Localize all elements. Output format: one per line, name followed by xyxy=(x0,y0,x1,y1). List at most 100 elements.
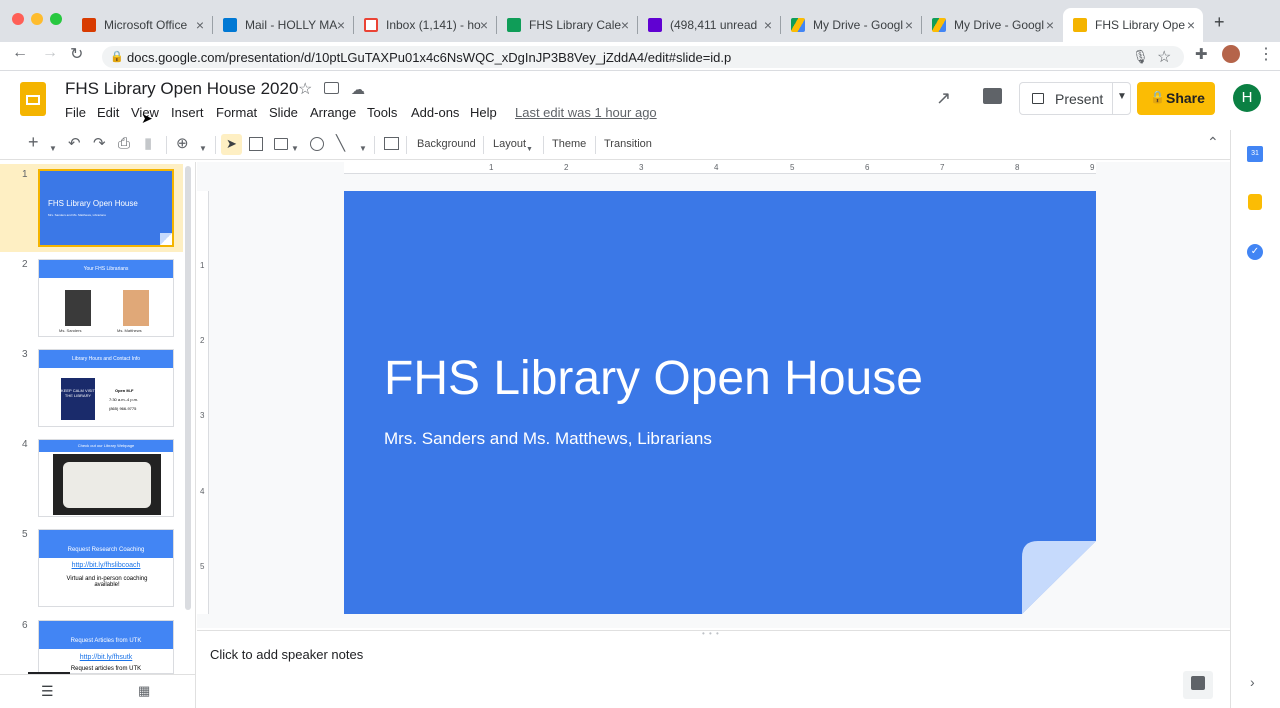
select-tool[interactable]: ➤ xyxy=(221,134,242,155)
drive-icon xyxy=(791,18,805,32)
slide-thumbnail-1[interactable]: FHS Library Open House Mrs. Sanders and … xyxy=(38,169,174,247)
layout-button[interactable]: Layout xyxy=(493,138,526,150)
menu-arrange[interactable]: Arrange xyxy=(310,105,356,120)
add-comment-icon[interactable] xyxy=(384,137,399,150)
zoom-icon[interactable]: ⊕ xyxy=(176,136,189,152)
keep-icon[interactable] xyxy=(1248,194,1262,210)
resize-handle-icon[interactable]: • • • xyxy=(702,629,720,638)
profile-avatar[interactable] xyxy=(1222,45,1240,63)
image-icon[interactable] xyxy=(274,138,288,150)
close-tab-icon[interactable]: × xyxy=(1046,17,1054,33)
horizontal-ruler[interactable]: 1 2 3 4 5 6 7 8 9 xyxy=(344,162,1096,174)
move-folder-icon[interactable] xyxy=(324,82,339,94)
bookmark-star-icon[interactable]: ☆ xyxy=(1157,47,1171,67)
image-chevron-icon[interactable]: ▼ xyxy=(291,141,299,157)
calendar-icon[interactable]: 31 xyxy=(1247,146,1263,162)
filmstrip-view-icon[interactable]: ☰ xyxy=(41,683,54,700)
shape-icon[interactable] xyxy=(310,137,324,151)
chrome-menu-icon[interactable]: ⋮ xyxy=(1258,44,1274,64)
present-options-chevron-icon[interactable]: ▼ xyxy=(1117,91,1127,102)
collapse-menus-icon[interactable]: ⌃ xyxy=(1207,134,1219,150)
speaker-notes-panel[interactable]: • • • Click to add speaker notes xyxy=(197,629,1230,708)
menu-slide[interactable]: Slide xyxy=(269,105,298,120)
browser-tab[interactable]: Mail - HOLLY MA × xyxy=(213,8,353,42)
theme-button[interactable]: Theme xyxy=(552,138,586,150)
account-avatar[interactable]: H xyxy=(1233,84,1261,112)
browser-tab[interactable]: My Drive - Googl × xyxy=(781,8,921,42)
background-button[interactable]: Background xyxy=(417,138,476,150)
tasks-icon[interactable]: ✓ xyxy=(1247,244,1263,260)
address-bar[interactable]: 🔒 docs.google.com/presentation/d/10ptLGu… xyxy=(102,46,1184,68)
extensions-icon[interactable]: ✚ xyxy=(1195,45,1208,63)
comments-icon[interactable] xyxy=(983,88,1002,104)
transition-button[interactable]: Transition xyxy=(604,138,652,150)
page-curl-decoration xyxy=(1022,541,1096,614)
print-icon[interactable]: ⎙ xyxy=(118,136,130,152)
slide-number: 1 xyxy=(22,169,28,180)
menu-format[interactable]: Format xyxy=(216,105,257,120)
browser-tab[interactable]: Inbox (1,141) - ho × xyxy=(354,8,496,42)
menu-edit[interactable]: Edit xyxy=(97,105,119,120)
share-button[interactable]: 🔒 Share xyxy=(1137,82,1215,115)
activity-dashboard-icon[interactable]: ↗ xyxy=(936,88,951,109)
ruler-label: 3 xyxy=(200,411,205,420)
slide-thumbnail-2[interactable]: Your FHS Librarians Ms. Sanders Ms. Matt… xyxy=(38,259,174,337)
menu-help[interactable]: Help xyxy=(470,105,497,120)
line-chevron-icon[interactable]: ▼ xyxy=(359,141,367,157)
redo-icon[interactable]: ↷ xyxy=(93,136,106,152)
slide-title[interactable]: FHS Library Open House xyxy=(384,351,923,406)
menu-file[interactable]: File xyxy=(65,105,86,120)
close-tab-icon[interactable]: × xyxy=(621,17,629,33)
browser-tab[interactable]: (498,411 unread × xyxy=(638,8,780,42)
thumb-title: Request Research Coaching xyxy=(39,530,173,558)
close-tab-icon[interactable]: × xyxy=(764,17,772,33)
minimize-window-button[interactable] xyxy=(31,13,43,25)
browser-tab[interactable]: FHS Library Cale × xyxy=(497,8,637,42)
zoom-window-button[interactable] xyxy=(50,13,62,25)
new-slide-layout-chevron-icon[interactable]: ▼ xyxy=(49,141,57,157)
slide-thumbnail-3[interactable]: Library Hours and Contact Info KEEP CALM… xyxy=(38,349,174,427)
close-tab-icon[interactable]: × xyxy=(905,17,913,33)
drive-icon xyxy=(932,18,946,32)
browser-tab[interactable]: My Drive - Googl × xyxy=(922,8,1062,42)
close-tab-icon[interactable]: × xyxy=(196,17,204,33)
undo-icon[interactable]: ↶ xyxy=(68,136,81,152)
browser-tab-active[interactable]: FHS Library Ope × xyxy=(1063,8,1203,42)
slide-thumbnail-5[interactable]: Request Research Coaching http://bit.ly/… xyxy=(38,529,174,607)
layout-chevron-icon[interactable]: ▼ xyxy=(526,142,533,158)
vertical-ruler[interactable]: 1 2 3 4 5 xyxy=(197,191,209,614)
back-icon[interactable]: ← xyxy=(12,44,28,62)
current-slide[interactable]: FHS Library Open House Mrs. Sanders and … xyxy=(344,191,1096,614)
text-box-icon[interactable] xyxy=(249,137,263,151)
line-icon[interactable]: ╲ xyxy=(336,136,345,152)
close-tab-icon[interactable]: × xyxy=(1187,17,1195,33)
slides-logo-icon[interactable] xyxy=(20,82,46,116)
star-icon[interactable]: ☆ xyxy=(298,79,312,99)
browser-tab[interactable]: Microsoft Office × xyxy=(72,8,212,42)
close-tab-icon[interactable]: × xyxy=(480,17,488,33)
present-label: Present xyxy=(1055,91,1104,107)
menu-addons[interactable]: Add-ons xyxy=(411,105,459,120)
filmstrip-scrollbar[interactable] xyxy=(185,166,191,610)
grid-view-icon[interactable]: ▦ xyxy=(138,683,150,699)
close-tab-icon[interactable]: × xyxy=(337,17,345,33)
microphone-icon[interactable]: 🎙 xyxy=(1132,49,1149,65)
menu-insert[interactable]: Insert xyxy=(171,105,204,120)
document-title[interactable]: FHS Library Open House 2020 xyxy=(65,79,298,99)
explore-button[interactable] xyxy=(1183,671,1213,699)
slide-subtitle[interactable]: Mrs. Sanders and Ms. Matthews, Librarian… xyxy=(384,429,712,449)
last-edit-link[interactable]: Last edit was 1 hour ago xyxy=(515,105,657,120)
slide-thumbnail-4[interactable]: Check out our Library Webpage xyxy=(38,439,174,517)
page-curl-decoration xyxy=(160,233,172,245)
menu-tools[interactable]: Tools xyxy=(367,105,397,120)
new-slide-icon[interactable]: + xyxy=(28,133,39,151)
thumb-caption: Ms. Sanders xyxy=(59,328,82,333)
speaker-notes-placeholder[interactable]: Click to add speaker notes xyxy=(210,647,363,662)
new-tab-icon[interactable]: + xyxy=(1214,12,1225,33)
slide-thumbnail-6[interactable]: Request Articles from UTK http://bit.ly/… xyxy=(38,620,174,674)
show-side-panel-icon[interactable]: › xyxy=(1250,674,1255,690)
present-button[interactable]: Present ▼ xyxy=(1019,82,1131,115)
reload-icon[interactable]: ↻ xyxy=(70,44,83,64)
close-window-button[interactable] xyxy=(12,13,24,25)
zoom-chevron-icon[interactable]: ▼ xyxy=(199,141,207,157)
